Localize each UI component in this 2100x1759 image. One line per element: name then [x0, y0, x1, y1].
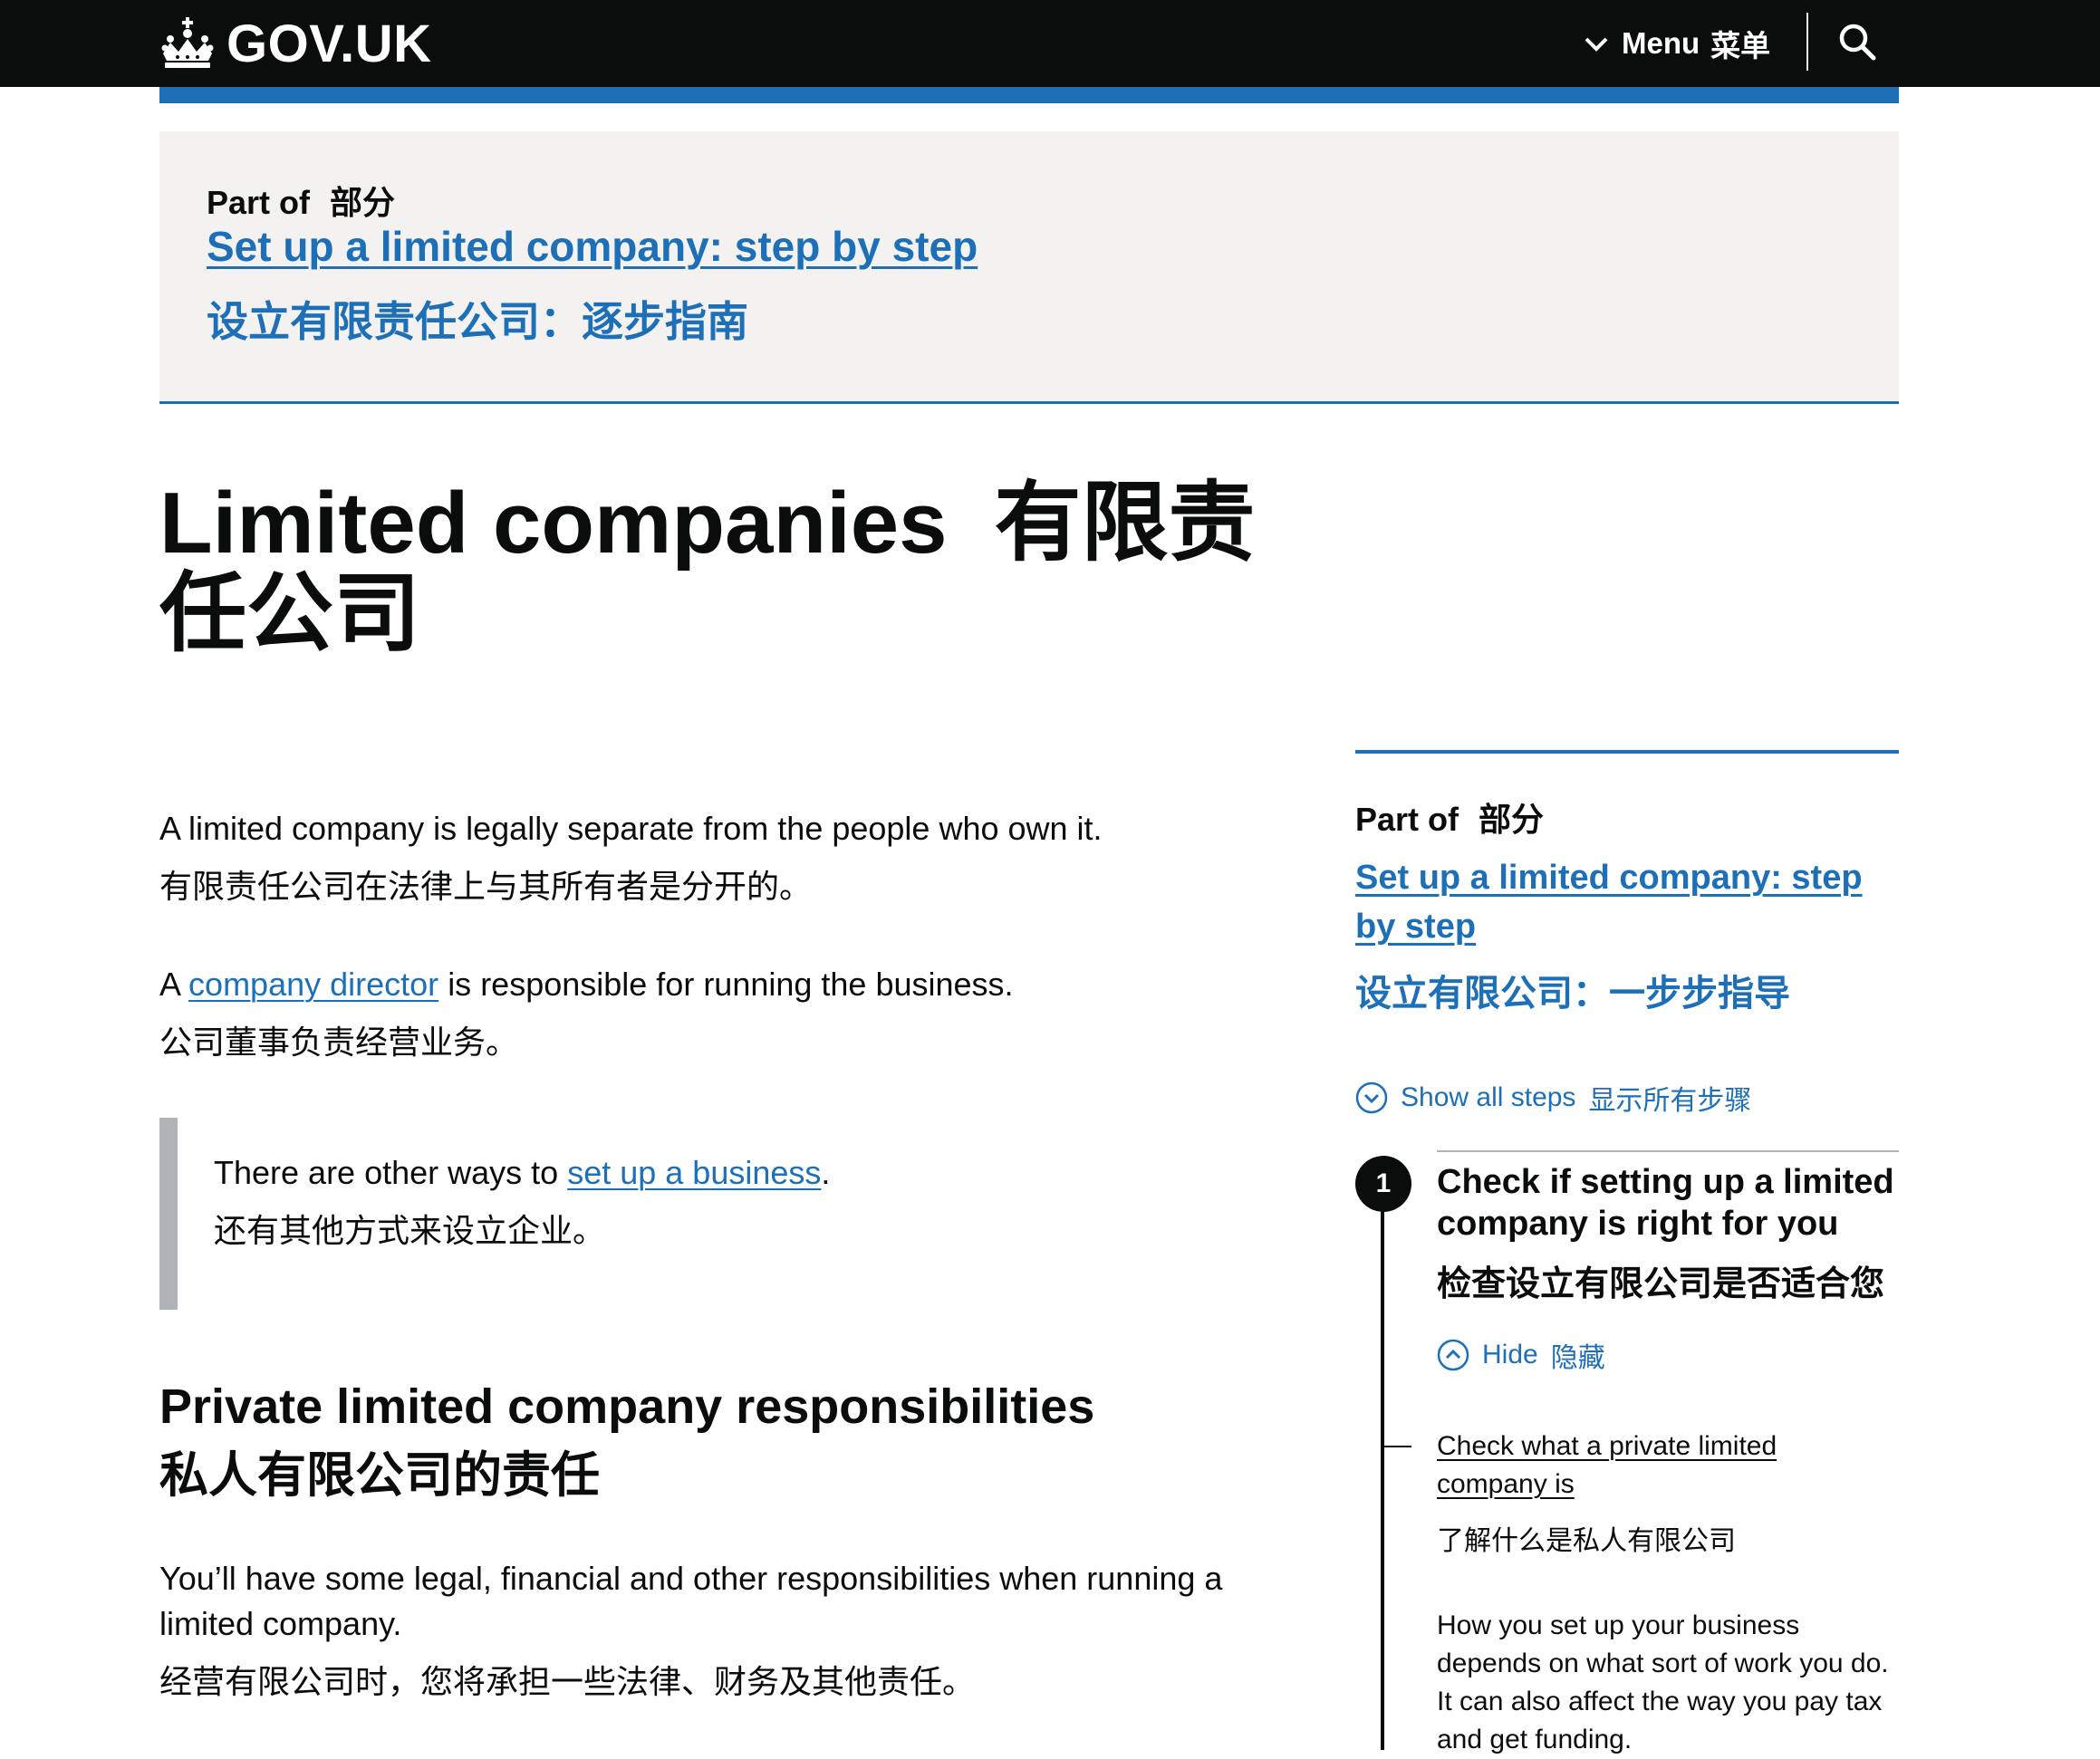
part-of-text-zh: 部分: [330, 184, 396, 221]
substep-text-zh: 了解什么是私人有限公司: [1437, 1526, 1736, 1556]
sidebar-top-border: [1355, 750, 1899, 754]
chevron-up-circle-icon: [1437, 1339, 1482, 1371]
menu-label: Menu: [1622, 26, 1700, 60]
intro-paragraph: A limited company is legally separate fr…: [159, 806, 1103, 909]
section-heading-zh: 私人有限公司的责任: [159, 1448, 600, 1503]
hide-step-button[interactable]: Hide 隐藏: [1437, 1335, 1605, 1375]
set-up-business-link[interactable]: set up a business: [567, 1154, 821, 1191]
director-paragraph: A company director is responsible for ru…: [159, 962, 1014, 1065]
private-limited-company-link[interactable]: Check what a private limited company is: [1437, 1427, 1817, 1504]
sidebar-part-of-text-zh: 部分: [1479, 801, 1545, 838]
search-icon: [1837, 22, 1877, 66]
step-description: How you set up your business depends on …: [1437, 1610, 1889, 1754]
hide-label: Hide: [1482, 1340, 1538, 1370]
show-all-steps-label: Show all steps: [1401, 1082, 1576, 1112]
inset-text: There are other ways to set up a busines…: [159, 1118, 1247, 1310]
inset-paragraph: There are other ways to set up a busines…: [214, 1150, 830, 1254]
search-button[interactable]: [1832, 18, 1883, 69]
govuk-logo-link[interactable]: GOV.UK: [159, 7, 431, 80]
inset-prefix: There are other ways to: [214, 1154, 559, 1191]
step-by-step-link-zh[interactable]: 设立有限责任公司：逐步指南: [207, 289, 748, 349]
show-all-steps-button[interactable]: Show all steps 显示所有步骤: [1355, 1078, 1751, 1118]
chevron-down-icon: [1584, 26, 1622, 61]
section-heading-en: Private limited company responsibilities: [159, 1379, 1095, 1434]
site-header: GOV.UK Menu 菜单: [0, 0, 2100, 87]
inset-suffix: .: [821, 1154, 831, 1191]
step-by-step-link[interactable]: Set up a limited company: step by step: [207, 222, 978, 271]
director-text-zh: 公司董事负责经营业务。: [159, 1024, 519, 1061]
page-title: Limited companies 有限责任公司: [159, 478, 1337, 659]
director-prefix: A: [159, 966, 180, 1003]
step-title[interactable]: Check if setting up a limited company is…: [1437, 1161, 1899, 1245]
intro-text-en: A limited company is legally separate fr…: [159, 810, 1103, 847]
page-title-en: Limited companies: [159, 475, 948, 572]
chevron-down-circle-icon: [1355, 1081, 1401, 1114]
hide-label-zh: 隐藏: [1550, 1343, 1605, 1373]
sidebar-step-by-step-link-zh[interactable]: 设立有限公司：一步步指导: [1355, 964, 1790, 1016]
step-top-border: [1437, 1150, 1899, 1152]
inset-text-zh: 还有其他方式来设立企业。: [214, 1212, 606, 1249]
crown-icon: [159, 15, 216, 72]
responsibilities-text-zh: 经营有限公司时，您将承担一些法律、财务及其他责任。: [159, 1663, 976, 1700]
director-suffix: is responsible for running the business.: [448, 966, 1014, 1003]
logo-text: GOV.UK: [226, 14, 432, 73]
sidebar-part-of-label: Part of 部分: [1355, 793, 1544, 841]
part-of-label: Part of 部分: [207, 177, 395, 224]
step-title-zh[interactable]: 检查设立有限公司是否适合您: [1437, 1255, 1884, 1305]
header-divider: [1806, 13, 1808, 71]
part-of-text: Part of: [207, 184, 311, 221]
sidebar-step-by-step-link[interactable]: Set up a limited company: step by step: [1355, 853, 1899, 951]
menu-button[interactable]: Menu 菜单: [1584, 14, 1770, 72]
intro-text-zh: 有限责任公司在法律上与其所有者是分开的。: [159, 868, 813, 905]
show-all-steps-label-zh: 显示所有步骤: [1588, 1086, 1752, 1116]
company-director-link[interactable]: company director: [188, 966, 438, 1003]
sidebar-part-of-text: Part of: [1355, 801, 1459, 838]
step-timeline-line: [1381, 1212, 1384, 1750]
step-number-badge: 1: [1355, 1156, 1411, 1212]
menu-label-zh: 菜单: [1710, 29, 1771, 62]
responsibilities-text-en: You’ll have some legal, financial and ot…: [159, 1560, 1223, 1642]
part-of-banner: Part of 部分 Set up a limited company: ste…: [159, 131, 1899, 404]
responsibilities-paragraph: You’ll have some legal, financial and ot…: [159, 1556, 1283, 1705]
section-heading: Private limited company responsibilities…: [159, 1379, 1094, 1504]
header-blue-bar: [159, 87, 1899, 103]
substep-dash: [1382, 1446, 1411, 1447]
